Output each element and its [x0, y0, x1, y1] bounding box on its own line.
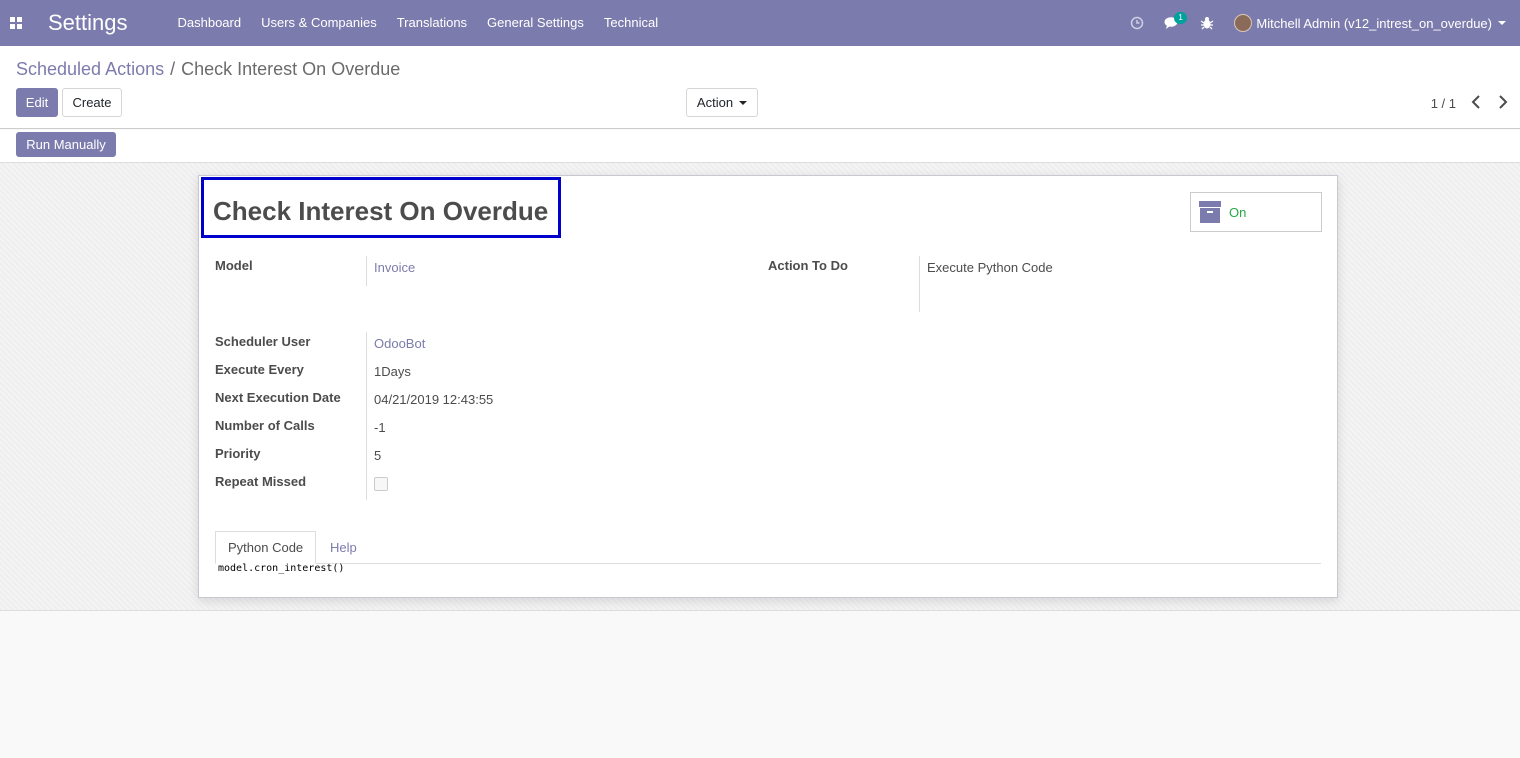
number-of-calls-label: Number of Calls	[215, 418, 315, 433]
edit-button[interactable]: Edit	[16, 88, 58, 117]
top-navbar: Settings Dashboard Users & Companies Tra…	[0, 0, 1520, 46]
bug-icon[interactable]	[1190, 0, 1224, 46]
active-toggle-button[interactable]: On	[1190, 192, 1322, 232]
chevron-down-icon	[1498, 21, 1506, 25]
main-menu: Dashboard Users & Companies Translations…	[168, 0, 669, 46]
menu-item-dashboard[interactable]: Dashboard	[168, 0, 252, 46]
model-value[interactable]: Invoice	[374, 260, 415, 275]
form-statusbar: Run Manually	[0, 130, 1520, 163]
app-title: Settings	[48, 10, 128, 35]
create-button[interactable]: Create	[62, 88, 122, 117]
notebook-tabs: Python Code Help	[215, 531, 1321, 564]
form-sheet: Check Interest On Overdue On Model Invoi…	[198, 175, 1338, 598]
pager-previous-icon[interactable]	[1470, 94, 1484, 110]
archive-icon	[1199, 201, 1221, 223]
form-background: Check Interest On Overdue On Model Invoi…	[0, 163, 1520, 611]
activity-clock-icon[interactable]	[1120, 0, 1154, 46]
breadcrumb-current: Check Interest On Overdue	[181, 59, 401, 79]
menu-item-translations[interactable]: Translations	[387, 0, 477, 46]
priority-value[interactable]: 5	[374, 448, 381, 463]
chat-icon[interactable]: 1	[1154, 0, 1190, 46]
pager-next-icon[interactable]	[1497, 94, 1511, 110]
execute-every-value[interactable]: 1Days	[374, 364, 411, 379]
scheduler-user-label: Scheduler User	[215, 334, 311, 349]
action-dropdown-button[interactable]: Action	[686, 88, 758, 117]
tab-help[interactable]: Help	[317, 531, 370, 564]
action-button-label: Action	[696, 95, 734, 110]
apps-icon[interactable]	[0, 0, 32, 46]
chevron-down-icon	[739, 100, 748, 105]
menu-item-technical[interactable]: Technical	[594, 0, 668, 46]
active-toggle-label: On	[1229, 204, 1247, 220]
breadcrumb-separator: /	[170, 59, 176, 79]
repeat-missed-checkbox[interactable]	[374, 477, 388, 491]
avatar	[1234, 14, 1253, 32]
record-title[interactable]: Check Interest On Overdue	[213, 196, 548, 227]
priority-label: Priority	[215, 446, 261, 461]
breadcrumb-scheduled-actions[interactable]: Scheduled Actions	[16, 59, 164, 80]
menu-item-users-companies[interactable]: Users & Companies	[251, 0, 387, 46]
divider	[366, 332, 367, 500]
control-panel: Scheduled Actions / Check Interest On Ov…	[0, 46, 1520, 129]
breadcrumb: Scheduled Actions / Check Interest On Ov…	[16, 59, 400, 80]
scheduler-user-value[interactable]: OdooBot	[374, 336, 425, 351]
pager-value[interactable]: 1 / 1	[1431, 96, 1456, 111]
repeat-missed-label: Repeat Missed	[215, 474, 307, 489]
systray: 1 Mitchell Admin (v12_intrest_on_overdue…	[1120, 0, 1520, 46]
model-label: Model	[215, 258, 253, 273]
action-to-do-label: Action To Do	[768, 258, 848, 273]
menu-item-general-settings[interactable]: General Settings	[477, 0, 594, 46]
action-to-do-value[interactable]: Execute Python Code	[927, 260, 1053, 275]
user-name: Mitchell Admin (v12_intrest_on_overdue)	[1256, 15, 1492, 31]
divider	[366, 256, 367, 286]
empty-area	[0, 612, 1520, 758]
python-code-editor[interactable]: model.cron_interest()	[218, 563, 344, 574]
next-execution-date-label: Next Execution Date	[215, 390, 341, 405]
divider	[919, 256, 920, 312]
tab-python-code[interactable]: Python Code	[215, 531, 317, 564]
run-manually-button[interactable]: Run Manually	[16, 132, 116, 157]
chat-badge: 1	[1174, 12, 1187, 24]
execute-every-label: Execute Every	[215, 362, 304, 377]
next-execution-date-value[interactable]: 04/21/2019 12:43:55	[374, 392, 493, 407]
number-of-calls-value[interactable]: -1	[374, 420, 386, 435]
user-menu[interactable]: Mitchell Admin (v12_intrest_on_overdue)	[1224, 0, 1520, 46]
